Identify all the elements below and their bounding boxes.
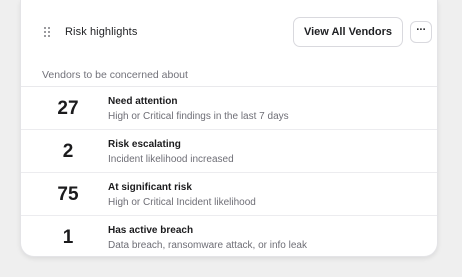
highlight-label: Risk escalating — [108, 139, 181, 150]
highlight-count: 27 — [57, 98, 79, 119]
card-header: Risk highlights View All Vendors ··· — [21, 17, 437, 49]
highlight-description: High or Critical Incident likelihood — [108, 197, 256, 208]
highlight-row-significant-risk[interactable]: 75 At significant risk High or Critical … — [21, 173, 437, 216]
highlight-label: Need attention — [108, 96, 178, 107]
card-title: Risk highlights — [65, 26, 138, 38]
risk-highlights-card: Risk highlights View All Vendors ··· Ven… — [20, 0, 438, 257]
highlight-row-risk-escalating[interactable]: 2 Risk escalating Incident likelihood in… — [21, 130, 437, 173]
highlights-list: 27 Need attention High or Critical findi… — [21, 87, 437, 256]
highlight-count: 2 — [62, 141, 74, 162]
highlight-row-active-breach[interactable]: 1 Has active breach Data breach, ransomw… — [21, 216, 437, 256]
highlight-row-need-attention[interactable]: 27 Need attention High or Critical findi… — [21, 87, 437, 130]
highlight-description: High or Critical findings in the last 7 … — [108, 111, 289, 122]
view-all-vendors-button[interactable]: View All Vendors — [293, 17, 403, 47]
highlight-description: Incident likelihood increased — [108, 154, 234, 165]
more-icon: ··· — [416, 24, 426, 36]
highlight-count: 1 — [62, 227, 74, 248]
highlight-label: At significant risk — [108, 182, 192, 193]
highlight-label: Has active breach — [108, 225, 194, 236]
more-options-button[interactable]: ··· — [410, 21, 432, 43]
highlight-count: 75 — [57, 184, 79, 205]
highlight-description: Data breach, ransomware attack, or info … — [108, 240, 307, 251]
drag-handle-icon[interactable] — [44, 27, 50, 37]
section-subheading: Vendors to be concerned about — [42, 69, 188, 81]
